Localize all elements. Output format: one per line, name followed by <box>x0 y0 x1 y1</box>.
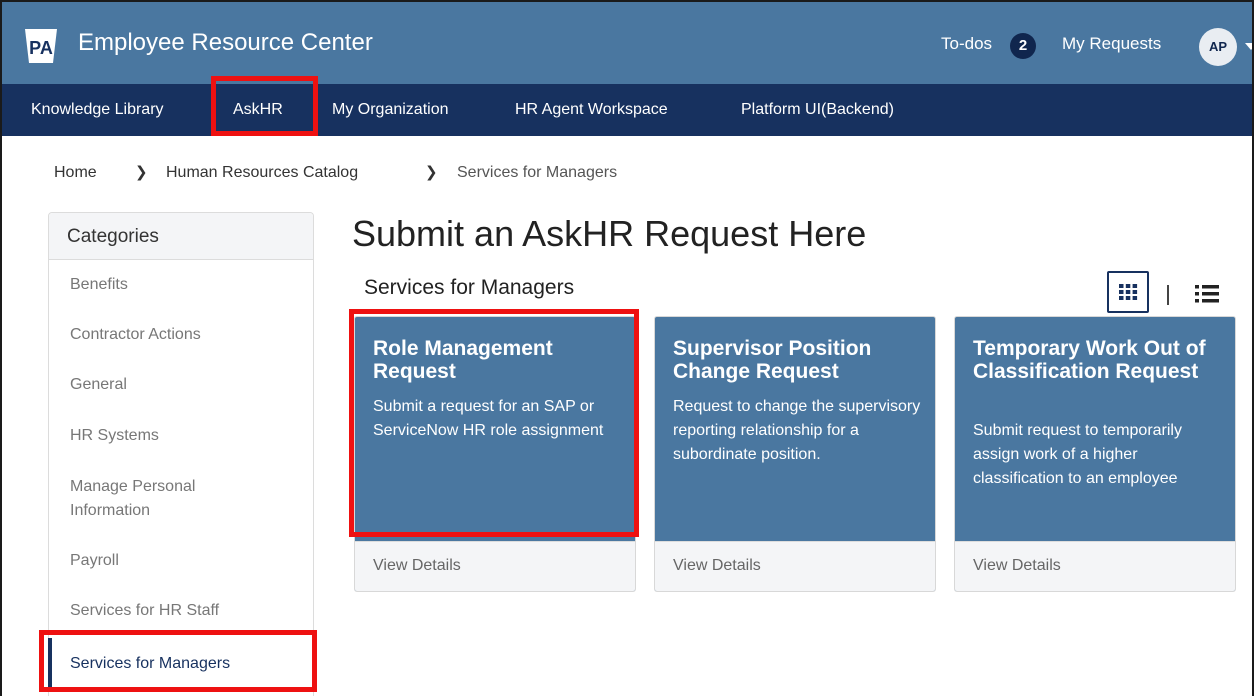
card-title[interactable]: Supervisor Position Change Request <box>673 337 929 383</box>
section-title: Services for Managers <box>364 276 575 299</box>
avatar[interactable]: AP <box>1199 28 1237 66</box>
category-contractor-actions[interactable]: Contractor Actions <box>70 323 201 347</box>
todos-count-badge[interactable]: 2 <box>1010 33 1036 59</box>
view-details-link[interactable]: View Details <box>673 557 761 575</box>
card-description: Submit request to temporarily assign wor… <box>973 422 1182 487</box>
catalog-card-supervisor-position-change[interactable]: Supervisor Position Change Request Reque… <box>654 316 936 592</box>
list-view-icon[interactable] <box>1194 283 1220 305</box>
category-manage-personal-information[interactable]: Manage Personal Information <box>70 475 270 523</box>
breadcrumb-current: Services for Managers <box>457 164 618 181</box>
todos-link[interactable]: To-dos <box>941 34 992 54</box>
grid-view-icon <box>1119 284 1138 300</box>
app-frame: PA Employee Resource Center To-dos 2 My … <box>0 0 1254 696</box>
grid-view-button[interactable] <box>1107 271 1149 313</box>
top-header: PA Employee Resource Center To-dos 2 My … <box>2 2 1252 84</box>
view-details-link[interactable]: View Details <box>373 557 461 575</box>
catalog-card-temporary-work-out-of-class[interactable]: Temporary Work Out of Classification Req… <box>954 316 1236 592</box>
logo-text: PA <box>29 38 53 58</box>
role-management-highlight-box <box>349 309 639 537</box>
my-requests-link[interactable]: My Requests <box>1062 34 1161 54</box>
card-footer[interactable]: View Details <box>955 541 1235 591</box>
category-services-for-hr-staff[interactable]: Services for HR Staff <box>70 599 219 623</box>
askhr-highlight-box <box>211 76 318 136</box>
nav-item-platform-ui[interactable]: Platform UI(Backend) <box>741 101 894 119</box>
categories-heading: Categories <box>67 226 159 247</box>
breadcrumb-hr-catalog[interactable]: Human Resources Catalog <box>166 164 358 182</box>
breadcrumb-home[interactable]: Home <box>54 164 97 182</box>
app-title[interactable]: Employee Resource Center <box>78 29 373 57</box>
category-benefits[interactable]: Benefits <box>70 273 128 297</box>
view-details-link[interactable]: View Details <box>973 557 1061 575</box>
category-payroll[interactable]: Payroll <box>70 549 119 573</box>
card-description: Request to change the supervisory report… <box>673 398 921 463</box>
chevron-right-icon: ❯ <box>135 164 148 181</box>
card-footer[interactable]: View Details <box>355 541 635 591</box>
pa-keystone-logo-icon[interactable]: PA <box>22 27 60 65</box>
page-title: Submit an AskHR Request Here <box>352 213 867 254</box>
chevron-down-icon[interactable] <box>1245 43 1252 50</box>
category-hr-systems[interactable]: HR Systems <box>70 424 159 448</box>
category-general[interactable]: General <box>70 373 127 397</box>
nav-item-my-organization[interactable]: My Organization <box>332 101 449 119</box>
card-footer[interactable]: View Details <box>655 541 935 591</box>
categories-header: Categories <box>49 213 313 260</box>
view-toggle-divider <box>1167 285 1169 305</box>
card-title[interactable]: Temporary Work Out of Classification Req… <box>973 337 1229 383</box>
nav-item-hr-agent-workspace[interactable]: HR Agent Workspace <box>515 101 668 119</box>
chevron-right-icon: ❯ <box>425 164 438 181</box>
nav-item-knowledge-library[interactable]: Knowledge Library <box>31 101 164 119</box>
services-for-managers-highlight-box <box>39 630 317 692</box>
